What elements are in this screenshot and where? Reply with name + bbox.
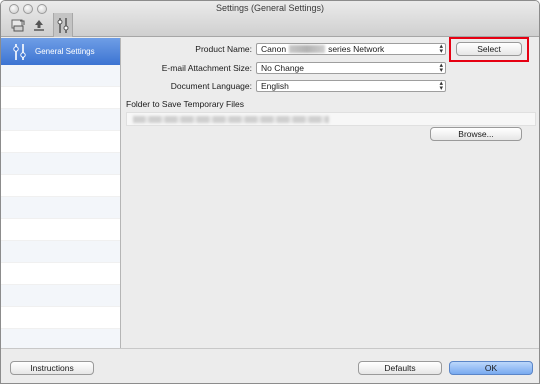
footer-bar: Instructions Defaults OK — [1, 348, 539, 383]
product-name-select[interactable]: Canon series Network ▴ ▾ — [256, 43, 446, 55]
scanner-icon[interactable] — [10, 17, 26, 33]
settings-icon[interactable] — [53, 13, 73, 37]
document-language-label: Document Language: — [170, 81, 252, 91]
email-size-label: E-mail Attachment Size: — [161, 63, 252, 73]
settings-window: Settings (General Settings) General Sett… — [0, 0, 540, 384]
sidebar-item-general-settings[interactable]: General Settings — [1, 38, 120, 65]
temp-folder-label: Folder to Save Temporary Files — [126, 99, 244, 109]
upload-icon[interactable] — [31, 17, 47, 33]
settings-sidebar: General Settings — [1, 38, 121, 351]
chevron-updown-icon: ▴ ▾ — [439, 80, 443, 92]
product-name-label: Product Name: — [195, 44, 252, 54]
ok-button[interactable]: OK — [449, 361, 533, 375]
defaults-button[interactable]: Defaults — [358, 361, 442, 375]
temp-folder-path — [126, 112, 536, 126]
window-title: Settings (General Settings) — [215, 3, 325, 13]
title-bar: Settings (General Settings) — [1, 1, 539, 37]
sidebar-item-label: General Settings — [35, 47, 95, 56]
general-settings-icon — [11, 42, 29, 62]
chevron-updown-icon: ▴ ▾ — [439, 43, 443, 55]
email-size-select[interactable]: No Change ▴ ▾ — [256, 62, 446, 74]
browse-button[interactable]: Browse... — [430, 127, 522, 141]
document-language-select[interactable]: English ▴ ▾ — [256, 80, 446, 92]
instructions-button[interactable]: Instructions — [10, 361, 94, 375]
highlight-box — [449, 37, 529, 62]
chevron-updown-icon: ▴ ▾ — [439, 62, 443, 74]
settings-panel: Product Name: Canon series Network ▴ ▾ Sel… — [122, 37, 539, 348]
